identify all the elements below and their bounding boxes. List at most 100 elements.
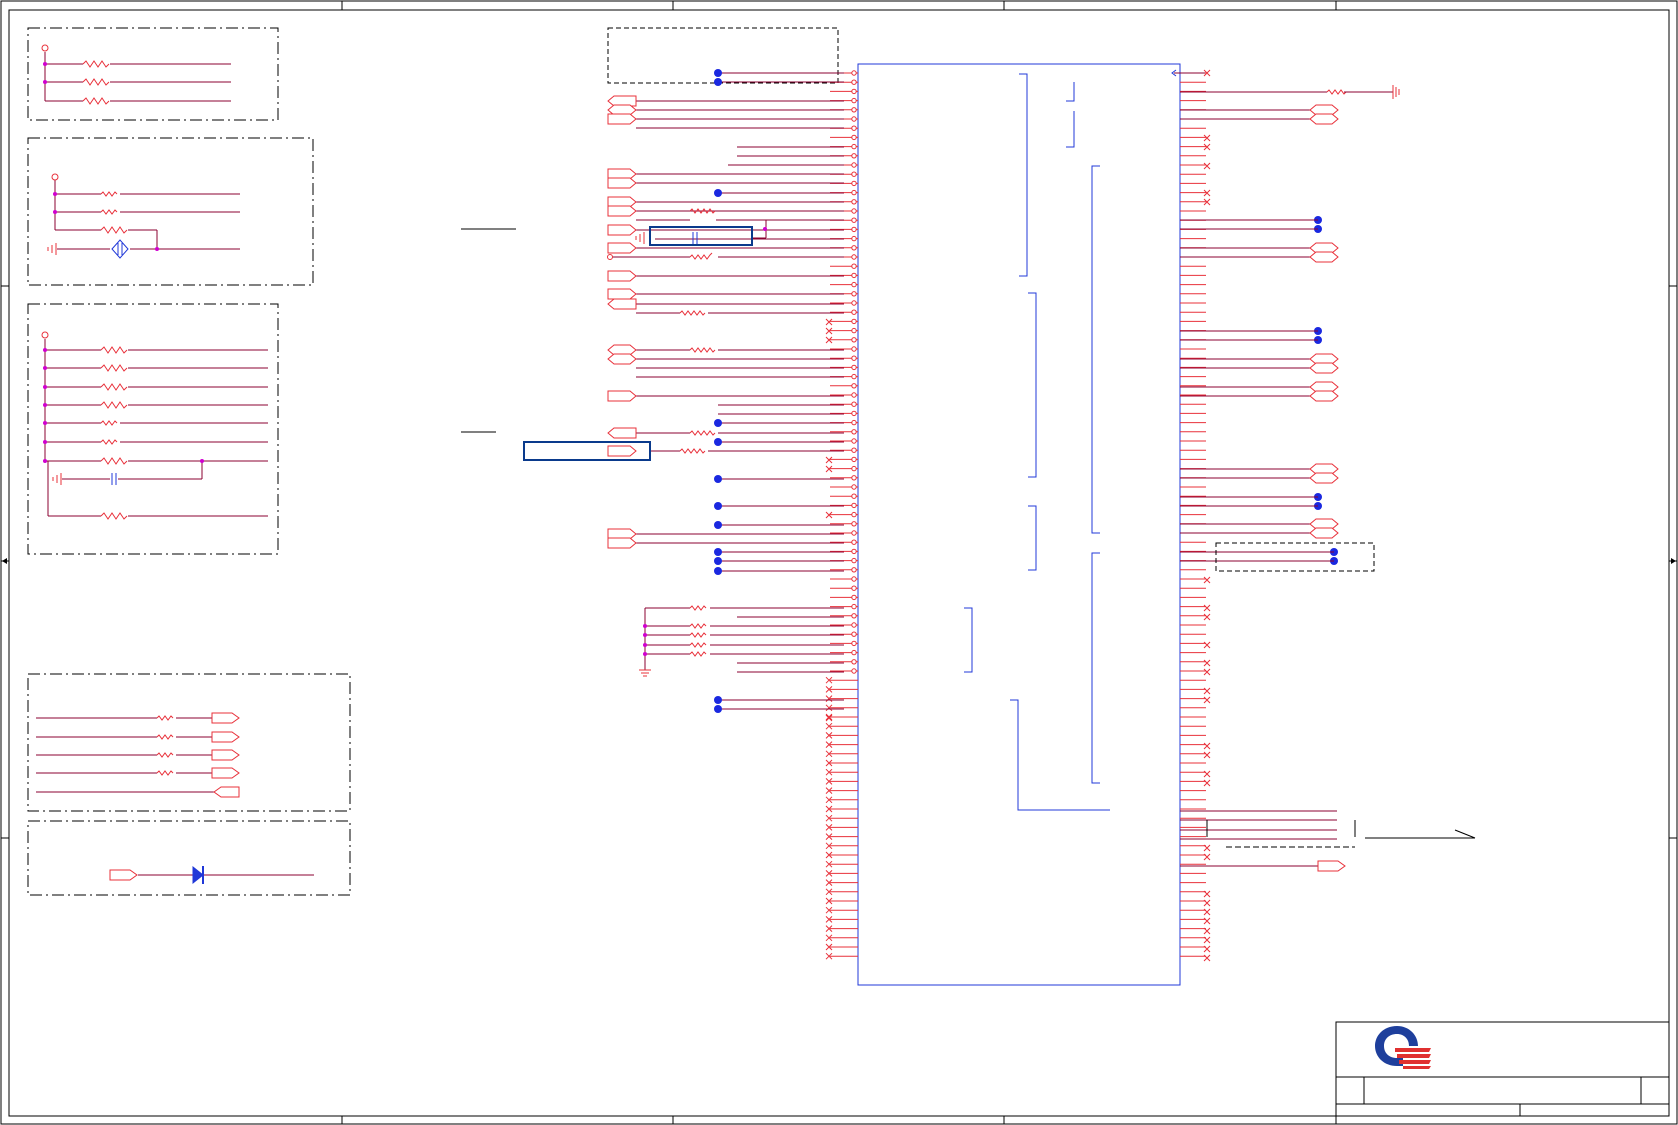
net-label-dot (714, 438, 722, 446)
pin-inversion-bubble (851, 484, 857, 490)
offpage-port (607, 113, 637, 125)
pin-inversion-bubble (851, 134, 857, 141)
offpage-port (607, 205, 637, 217)
net-label-dot (714, 696, 722, 704)
pin-inversion-bubble (851, 153, 857, 159)
ic-left-pins (825, 70, 858, 960)
no-connect-mark (1203, 576, 1211, 584)
pin-inversion-bubble (851, 125, 857, 131)
offpage-port (607, 427, 637, 439)
no-connect-mark (825, 456, 833, 464)
pin-inversion-bubble (851, 493, 857, 499)
no-connect-mark (1203, 779, 1211, 787)
pin-inversion-bubble (851, 70, 857, 76)
offpage-port (1317, 860, 1346, 872)
offpage-port (607, 537, 637, 549)
pin-inversion-bubble (851, 199, 857, 205)
net-label-dot (714, 705, 722, 713)
no-connect-mark (1203, 853, 1211, 861)
no-connect-mark (1203, 890, 1211, 898)
pin-inversion-bubble (851, 401, 857, 407)
pin-inversion-bubble (851, 392, 857, 398)
no-connect-mark (1203, 687, 1211, 695)
pin-inversion-bubble (851, 539, 857, 545)
ic-pin-group-brackets (964, 73, 1110, 811)
no-connect-mark (1203, 954, 1211, 962)
main-ic-body (857, 63, 1181, 986)
quanta-logo (1375, 1026, 1431, 1069)
pin-inversion-bubble (851, 447, 857, 453)
offpage-port (1309, 390, 1339, 402)
net-label-dot (714, 475, 722, 483)
pin-inversion-bubble (851, 521, 857, 527)
pin-inversion-bubble (851, 530, 857, 536)
net-label-dot (714, 78, 722, 86)
no-connect-mark (1203, 668, 1211, 676)
pullup-group-2 (51, 173, 240, 250)
pin-inversion-bubble (851, 585, 857, 591)
pullup-group-1 (41, 44, 231, 105)
offpage-port (1309, 251, 1339, 263)
pin-inversion-bubble (851, 291, 857, 297)
pin-inversion-bubble (851, 189, 857, 196)
offpage-port (607, 242, 637, 254)
crystal-symbol (111, 239, 129, 259)
no-connect-mark (1203, 696, 1211, 704)
offpage-port (607, 224, 637, 236)
pin-inversion-bubble (851, 346, 857, 352)
series-resistor-group (36, 712, 240, 798)
pin-inversion-bubble (851, 162, 857, 168)
pin-inversion-bubble (851, 456, 857, 463)
no-connect-mark (1203, 641, 1211, 649)
offpage-port (1309, 472, 1339, 484)
no-connect-mark (1203, 844, 1211, 852)
pin-inversion-bubble (851, 171, 857, 177)
no-connect-mark (1203, 162, 1211, 170)
right-dashed-box (1215, 542, 1375, 572)
pin-inversion-bubble (851, 88, 857, 95)
pin-inversion-bubble (851, 631, 857, 637)
pin-inversion-bubble (851, 281, 857, 288)
ground-symbol-1 (47, 243, 57, 255)
offpage-port (607, 353, 637, 365)
no-connect-mark (1203, 751, 1211, 759)
net-label-dot (714, 69, 722, 77)
no-connect-mark (1203, 604, 1211, 612)
net-label-dot (714, 557, 722, 565)
pin-inversion-bubble (851, 429, 857, 435)
pin-inversion-bubble (851, 511, 857, 518)
offpage-port (607, 270, 637, 282)
pin-inversion-bubble (851, 557, 857, 564)
net-label-dot (714, 189, 722, 197)
pin-inversion-bubble (851, 613, 857, 619)
pin-inversion-bubble (851, 327, 857, 334)
pin-inversion-bubble (851, 263, 857, 269)
sheet-frame (0, 0, 1678, 1125)
pin-inversion-bubble (851, 465, 857, 472)
net-label-dot (714, 419, 722, 427)
pin-inversion-bubble (851, 79, 857, 85)
pin-inversion-bubble (851, 97, 857, 104)
no-connect-mark (1203, 613, 1211, 621)
net-label-dots (714, 69, 1338, 713)
no-connect-mark (1203, 945, 1211, 953)
ic-right-pins (1180, 69, 1211, 962)
no-connect-mark (1203, 936, 1211, 944)
offpage-port (1309, 113, 1339, 125)
pin-inversion-bubble (851, 254, 857, 260)
no-connect-mark (825, 318, 833, 326)
pin-inversion-bubble (851, 143, 857, 150)
short-black-lines (461, 228, 516, 433)
pin-inversion-bubble (851, 548, 857, 555)
pin-inversion-bubble (851, 668, 857, 674)
net-label-dot (714, 567, 722, 575)
pin-inversion-bubble (851, 603, 857, 610)
offpage-port (607, 445, 637, 457)
pin-inversion-bubble (851, 245, 857, 251)
no-connect-mark (1203, 908, 1211, 916)
dashed-note-box (607, 27, 839, 84)
no-connect-mark (825, 714, 833, 722)
pin-inversion-bubble (851, 107, 857, 113)
pin-inversion-bubble (851, 180, 857, 187)
pin-inversion-bubble (851, 659, 857, 665)
